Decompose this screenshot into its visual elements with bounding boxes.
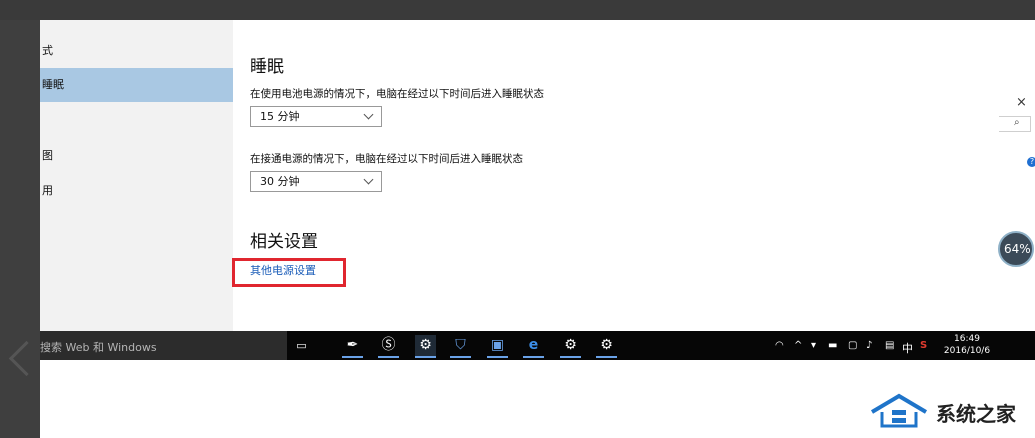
related-settings-title: 相关设置 [250, 232, 318, 252]
sidebar-item-label: 式 [42, 44, 53, 57]
app-s-icon[interactable]: Ⓢ [378, 335, 399, 358]
app-window-icon[interactable]: ▣ [487, 335, 508, 358]
back-chevron-icon[interactable] [8, 340, 45, 377]
watermark-text: 系统之家 [936, 402, 1016, 426]
battery-sleep-label: 在使用电池电源的情况下，电脑在经过以下时间后进入睡眠状态 [250, 88, 544, 100]
sidebar-item-sleep[interactable]: 睡眠 [40, 68, 233, 102]
taskbar-clock[interactable]: 16:49 2016/10/6 [942, 333, 992, 357]
chevron-down-icon [363, 174, 374, 185]
task-view-icon[interactable]: ▭ [291, 335, 312, 356]
search-icon[interactable]: ⌕ [1014, 117, 1020, 128]
sidebar-item-label: 用 [42, 184, 53, 197]
taskbar: 搜索 Web 和 Windows ▭ ✒ Ⓢ ⚙ ⛉ ▣ e ⚙ ⚙ ◠ ^ ▾… [40, 331, 1035, 360]
sidebar-item-mode[interactable]: 式 [40, 34, 233, 68]
usb-icon[interactable]: ▾ [811, 340, 816, 351]
network-icon[interactable]: ▢ [848, 340, 857, 351]
right-window-edge [999, 20, 1035, 331]
red-highlight-box [232, 258, 346, 287]
house-logo-icon [870, 393, 928, 428]
battery-sleep-dropdown[interactable]: 15 分钟 [250, 106, 382, 127]
app-feather-icon[interactable]: ✒ [342, 335, 363, 358]
wifi-icon[interactable]: ◠ [775, 340, 784, 351]
tray-expand-icon[interactable]: ^ [794, 340, 802, 351]
taskbar-search[interactable]: 搜索 Web 和 Windows [40, 331, 287, 360]
app-gears-2-icon[interactable]: ⚙ [596, 335, 617, 358]
settings-gear-icon[interactable]: ⚙ [415, 335, 436, 358]
notification-icon[interactable]: ▤ [885, 340, 894, 351]
sidebar-item-label: 图 [42, 149, 53, 162]
taskbar-search-placeholder: 搜索 Web 和 Windows [40, 341, 157, 354]
plugged-sleep-dropdown[interactable]: 30 分钟 [250, 171, 382, 192]
ime-indicator[interactable]: 中 [902, 340, 913, 356]
window-top-bar [0, 0, 1035, 20]
left-dark-strip [0, 20, 45, 438]
volume-icon[interactable]: ♪ [866, 340, 872, 351]
gauge-value: 64% [1004, 242, 1031, 256]
clock-time: 16:49 [954, 334, 980, 344]
plugged-sleep-value: 30 分钟 [260, 175, 300, 188]
sleep-section-title: 睡眠 [250, 57, 284, 77]
battery-icon[interactable]: ▬ [828, 340, 837, 351]
shield-icon[interactable]: ⛉ [450, 335, 471, 358]
performance-gauge[interactable]: 64% [998, 231, 1034, 267]
sidebar-item-label: 睡眠 [42, 78, 64, 91]
app-gears-icon[interactable]: ⚙ [560, 335, 581, 358]
settings-content: 睡眠 在使用电池电源的情况下，电脑在经过以下时间后进入睡眠状态 15 分钟 在接… [233, 20, 999, 331]
plugged-sleep-label: 在接通电源的情况下，电脑在经过以下时间后进入睡眠状态 [250, 153, 523, 165]
sogou-ime-icon[interactable]: S [920, 340, 927, 351]
settings-sidebar: 式 睡眠 图 用 [40, 20, 233, 331]
chevron-down-icon [363, 109, 374, 120]
help-icon[interactable]: ? [1027, 157, 1035, 167]
close-icon[interactable]: × [1016, 95, 1027, 110]
battery-sleep-value: 15 分钟 [260, 110, 300, 123]
edge-browser-icon[interactable]: e [523, 335, 544, 358]
clock-date: 2016/10/6 [943, 346, 991, 356]
sidebar-item-use[interactable]: 用 [40, 174, 233, 208]
sidebar-item-map[interactable]: 图 [40, 139, 233, 173]
